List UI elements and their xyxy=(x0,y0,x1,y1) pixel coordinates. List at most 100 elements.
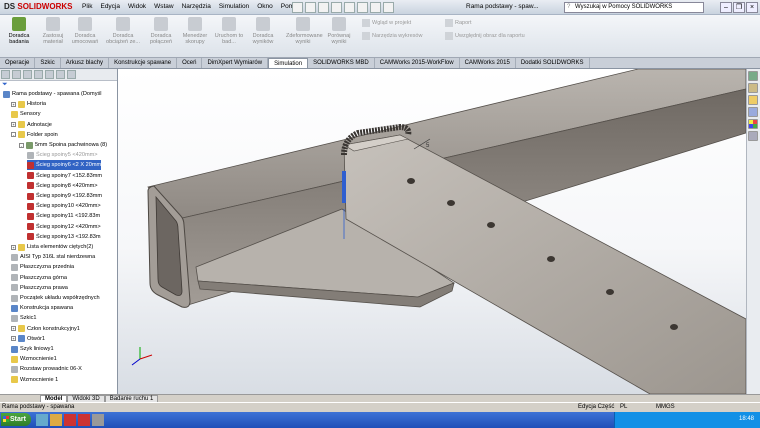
tree-item[interactable]: Szkic1 xyxy=(11,313,36,323)
options-icon[interactable] xyxy=(383,2,394,13)
tree-item[interactable]: Ścieg spoiny6 <2 X 20mm xyxy=(27,160,102,171)
tree-item[interactable]: Płaszczyzna przednia xyxy=(11,262,74,272)
tree-item[interactable]: - 5mm Spoina pachwinowa (8) xyxy=(19,140,107,150)
dimxpert-tab-icon[interactable] xyxy=(34,70,43,79)
custom-properties-icon[interactable] xyxy=(748,131,758,141)
rebuild-icon[interactable] xyxy=(370,2,381,13)
design-insight-button[interactable]: Wgląd w projekt xyxy=(362,19,411,27)
ribbon-button[interactable]: Doradca połączeń xyxy=(144,17,178,45)
menu-item[interactable]: Simulation xyxy=(219,3,249,10)
solidworks-logo[interactable]: DS SOLIDWORKS xyxy=(4,2,72,11)
tree-item[interactable]: + Adnotacje xyxy=(11,120,52,130)
cam-tree-tab-icon[interactable] xyxy=(67,70,76,79)
open-icon[interactable] xyxy=(305,2,316,13)
view-palette-icon[interactable] xyxy=(748,107,758,117)
cm-tab[interactable]: Operacje xyxy=(0,58,36,68)
tree-item[interactable]: Początek układu współrzędnych xyxy=(11,293,100,303)
report-button[interactable]: Raport xyxy=(445,19,472,27)
expand-toggle-icon[interactable]: + xyxy=(11,101,16,107)
tree-item[interactable]: Ścieg spoiny8 <420mm> xyxy=(27,181,98,191)
taskbar-app-icon[interactable] xyxy=(78,414,90,426)
cm-tab[interactable]: DimXpert Wymiarów xyxy=(202,58,269,68)
tree-item[interactable]: Wzmocnienie1 xyxy=(11,354,57,364)
ribbon-button[interactable]: Uruchom to bad... xyxy=(212,17,246,45)
tree-item[interactable]: - Folder spoin xyxy=(11,130,58,140)
tree-item[interactable]: + Człon konstrukcyjny1 xyxy=(11,324,80,334)
tree-item[interactable]: Ścieg spoiny9 <192.83mm xyxy=(27,191,102,201)
taskbar-app-icon[interactable] xyxy=(92,414,104,426)
configuration-tab-icon[interactable] xyxy=(23,70,32,79)
new-icon[interactable] xyxy=(292,2,303,13)
cm-tab[interactable]: Konstrukcje spawane xyxy=(109,58,178,68)
display-tab-icon[interactable] xyxy=(45,70,54,79)
ribbon-button[interactable]: Porównaj wyniki xyxy=(322,17,356,45)
expand-toggle-icon[interactable]: + xyxy=(11,122,16,128)
weldment-model[interactable]: 5 xyxy=(118,69,746,394)
ribbon-button[interactable]: Zastosuj materiał xyxy=(36,17,70,45)
tree-item[interactable]: AISI Typ 316L stal nierdzewna xyxy=(11,252,95,262)
restore-icon[interactable]: ❐ xyxy=(733,2,745,13)
cm-tab[interactable]: Szkic xyxy=(35,58,61,68)
taskbar-app-icon[interactable] xyxy=(36,414,48,426)
filter-icon[interactable]: ⏷ xyxy=(0,81,117,89)
design-library-icon[interactable] xyxy=(748,83,758,93)
undo-icon[interactable] xyxy=(344,2,355,13)
select-icon[interactable] xyxy=(357,2,368,13)
units-selector[interactable]: MMGS xyxy=(656,403,675,412)
tree-item[interactable]: Ścieg spoiny11 <192.83m xyxy=(27,211,100,221)
tree-item[interactable]: Rama podstawy - spawana (Domyśl xyxy=(3,89,102,99)
close-icon[interactable]: × xyxy=(746,2,758,13)
cm-tab[interactable]: Dodatki SOLIDWORKS xyxy=(516,58,590,68)
tree-item[interactable]: Ścieg spoiny13 <192.83m xyxy=(27,232,101,242)
minimize-icon[interactable]: – xyxy=(720,2,732,13)
cm-tab[interactable]: CAMWorks 2015-WorkFlow xyxy=(375,58,460,68)
tree-item[interactable]: Płaszczyzna prawa xyxy=(11,283,68,293)
save-icon[interactable] xyxy=(318,2,329,13)
tree-item[interactable]: Sensory xyxy=(11,109,41,119)
ribbon-button[interactable]: Doradca wyników xyxy=(246,17,280,45)
print-icon[interactable] xyxy=(331,2,342,13)
menu-item[interactable]: Widok xyxy=(128,3,146,10)
tree-item[interactable]: Ścieg spoiny12 <420mm> xyxy=(27,222,101,232)
cm-tab[interactable]: Arkusz blachy xyxy=(61,58,110,68)
cm-tab[interactable]: Oceń xyxy=(177,58,203,68)
expand-toggle-icon[interactable]: - xyxy=(19,142,24,148)
tree-item[interactable]: Konstrukcja spawana xyxy=(11,303,73,313)
ribbon-button[interactable]: Doradca badania xyxy=(2,17,36,45)
taskbar-app-icon[interactable] xyxy=(50,414,62,426)
tree-item[interactable]: Rozstaw prowadnic 06-X xyxy=(11,364,82,374)
menu-item[interactable]: Narzędzia xyxy=(182,3,211,10)
tree-item[interactable]: Ścieg spoiny10 <420mm> xyxy=(27,201,101,211)
propertymanager-tab-icon[interactable] xyxy=(12,70,21,79)
cm-tab[interactable]: SOLIDWORKS MBD xyxy=(308,58,375,68)
menu-item[interactable]: Okno xyxy=(257,3,273,10)
featuremanager-tab-icon[interactable] xyxy=(1,70,10,79)
graphics-area[interactable]: 5 xyxy=(118,69,746,394)
ribbon-button[interactable]: Doradca umocowań xyxy=(68,17,102,45)
include-image-button[interactable]: Uwzględnij obraz dla raportu xyxy=(445,32,525,40)
menu-item[interactable]: Wstaw xyxy=(154,3,174,10)
expand-toggle-icon[interactable]: + xyxy=(11,326,16,332)
tree-item[interactable]: Wzmocnienie 1 xyxy=(11,375,58,385)
tree-item[interactable]: Płaszczyzna górna xyxy=(11,273,67,283)
expand-toggle-icon[interactable]: + xyxy=(11,244,16,250)
start-button[interactable]: Start xyxy=(1,413,31,426)
selected-weld-bead[interactable] xyxy=(342,171,346,203)
tree-item[interactable]: Ścieg spoiny7 <152.83mm xyxy=(27,171,102,181)
expand-toggle-icon[interactable]: + xyxy=(11,336,16,342)
help-search-input[interactable]: Wyszukaj w Pomocy SOLIDWORKS xyxy=(564,2,704,13)
cam-tab-icon[interactable] xyxy=(56,70,65,79)
tree-item[interactable]: + Historia xyxy=(11,99,46,109)
cm-tab[interactable]: CAMWorks 2015 xyxy=(460,58,516,68)
appearances-icon[interactable] xyxy=(748,119,758,129)
ribbon-button[interactable]: Doradca obciążeń ze... xyxy=(106,17,140,45)
ribbon-button[interactable]: Zdeformowane wyniki xyxy=(286,17,323,45)
tree-item[interactable]: Ścieg spoiny5 <420mm> xyxy=(27,150,98,160)
file-explorer-icon[interactable] xyxy=(748,95,758,105)
ribbon-button[interactable]: Menedżer skorupy xyxy=(178,17,212,45)
expand-toggle-icon[interactable]: - xyxy=(11,132,16,138)
menu-item[interactable]: Plik xyxy=(82,3,92,10)
tree-item[interactable]: + Otwór1 xyxy=(11,334,45,344)
cm-tab[interactable]: Simulation xyxy=(268,58,309,68)
plot-tools-button[interactable]: Narzędzia wykresów xyxy=(362,32,422,40)
